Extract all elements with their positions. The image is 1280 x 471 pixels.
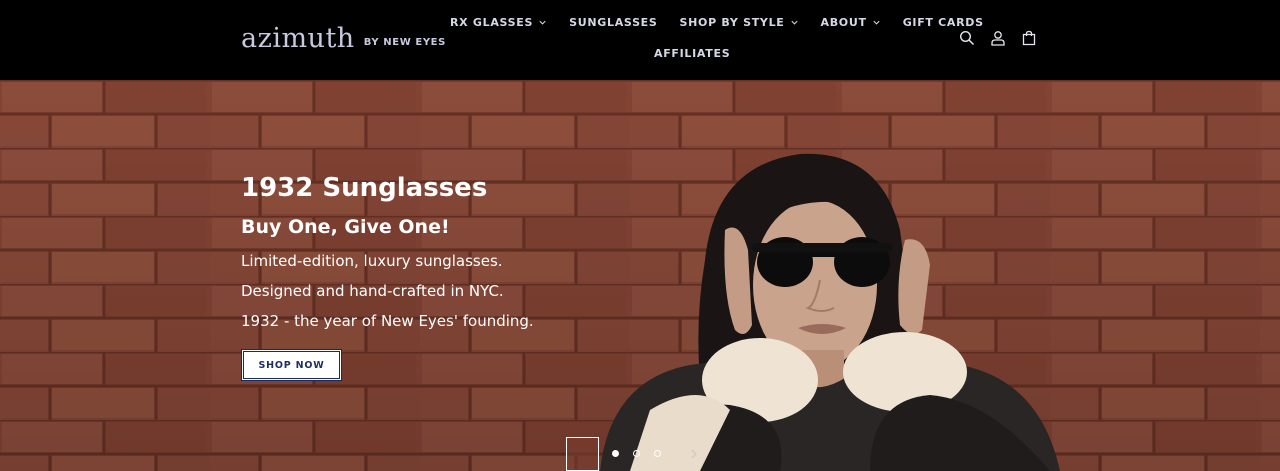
- nav-gift-cards[interactable]: GIFT CARDS: [903, 16, 984, 29]
- hero-line: 1932 - the year of New Eyes' founding.: [241, 312, 534, 330]
- slide-thumbnail[interactable]: [566, 437, 599, 471]
- nav-label: AFFILIATES: [654, 46, 731, 60]
- slider-dot-1[interactable]: [612, 450, 619, 457]
- slider-dot-3[interactable]: [654, 450, 661, 457]
- chevron-down-icon: [539, 20, 546, 25]
- nav-sunglasses[interactable]: SUNGLASSES: [569, 16, 657, 29]
- search-icon[interactable]: [959, 30, 975, 46]
- hero-line: Designed and hand-crafted in NYC.: [241, 282, 504, 300]
- logo-wordmark: azimuth: [241, 23, 355, 54]
- hero-image: [0, 80, 1280, 471]
- hero-line: Limited-edition, luxury sunglasses.: [241, 252, 503, 270]
- chevron-down-icon: [790, 20, 798, 25]
- nav-label: RX GLASSES: [450, 15, 534, 29]
- account-icon[interactable]: [990, 30, 1006, 46]
- site-header: azimuth BY NEW EYES RX GLASSES SUNGLASSE…: [0, 0, 1280, 80]
- logo-tagline: BY NEW EYES: [363, 37, 446, 48]
- shop-now-button[interactable]: SHOP NOW: [241, 349, 342, 381]
- chevron-right-icon[interactable]: [689, 448, 699, 460]
- hero-banner: 1932 Sunglasses Buy One, Give One! Limit…: [0, 80, 1280, 471]
- nav-about[interactable]: ABOUT: [821, 16, 881, 29]
- cart-icon[interactable]: [1021, 30, 1037, 46]
- nav-label: GIFT CARDS: [902, 15, 984, 29]
- nav-rx-glasses[interactable]: RX GLASSES: [450, 16, 547, 29]
- nav-affiliates[interactable]: AFFILIATES: [654, 47, 730, 60]
- main-nav-row-1: RX GLASSES SUNGLASSES SHOP BY STYLE ABOU…: [450, 14, 984, 30]
- nav-label: ABOUT: [820, 15, 867, 29]
- hero-subtitle: Buy One, Give One!: [241, 216, 450, 238]
- header-icons: [959, 30, 1037, 46]
- nav-shop-by-style[interactable]: SHOP BY STYLE: [680, 16, 799, 29]
- slider-dot-2[interactable]: [633, 450, 640, 457]
- brand-logo[interactable]: azimuth BY NEW EYES: [241, 22, 446, 54]
- main-nav-row-2: AFFILIATES: [654, 45, 730, 61]
- nav-label: SUNGLASSES: [569, 15, 658, 29]
- hero-title: 1932 Sunglasses: [241, 173, 488, 203]
- hero-description: Limited-edition, luxury sunglasses. Desi…: [241, 246, 534, 336]
- nav-label: SHOP BY STYLE: [679, 15, 785, 29]
- chevron-down-icon: [873, 20, 880, 25]
- hero-copy: 1932 Sunglasses Buy One, Give One! Limit…: [241, 170, 534, 336]
- slider-dots: [612, 450, 675, 457]
